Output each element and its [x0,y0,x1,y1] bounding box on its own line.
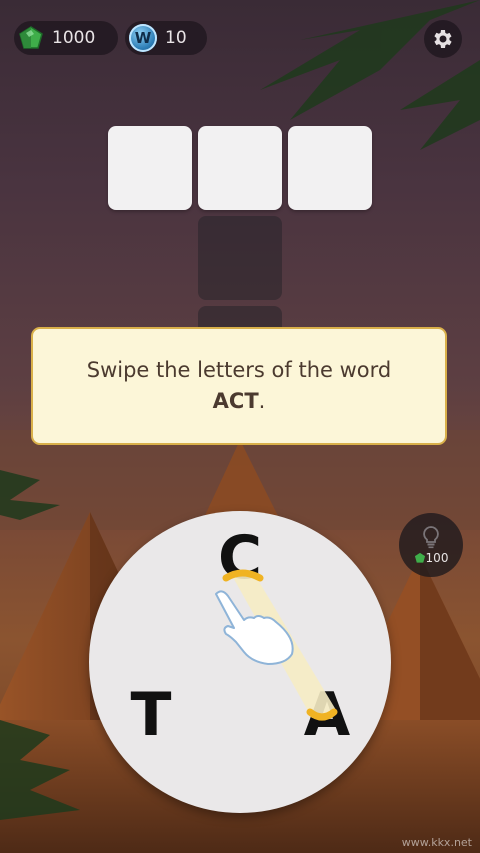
swipe-gesture-overlay [215,569,338,721]
watermark: www.kkx.net [401,836,472,849]
